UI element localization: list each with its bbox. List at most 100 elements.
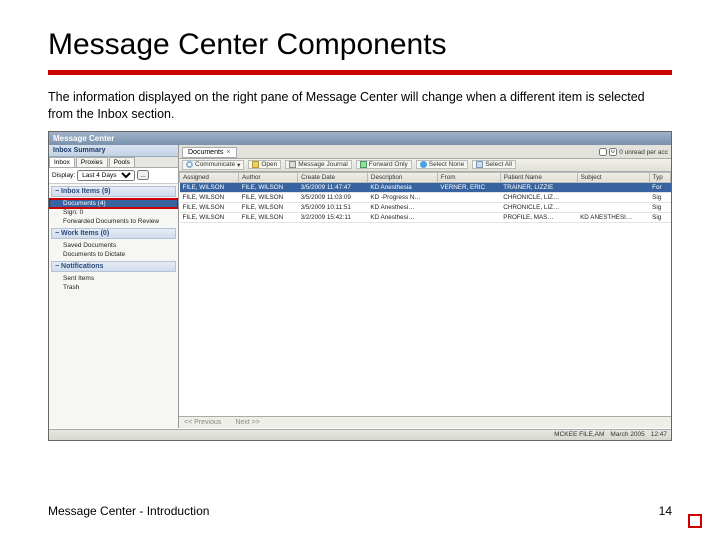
cell-assigned: FILE, WILSON	[180, 182, 239, 192]
unread-checkbox[interactable]	[599, 148, 607, 156]
unread-spinner[interactable]	[609, 148, 617, 156]
select-none-button[interactable]: Select None	[416, 160, 468, 169]
cell-create: 3/5/2009 11:03:09	[298, 192, 368, 202]
tree-documents[interactable]: Documents (4)	[49, 199, 178, 208]
tree-saved-docs[interactable]: Saved Documents	[49, 241, 178, 250]
tree-trash[interactable]: Trash	[49, 283, 178, 292]
cell-create: 3/5/2009 11:47:47	[298, 182, 368, 192]
section-work-items[interactable]: Work Items (0)	[51, 228, 176, 239]
col-patient[interactable]: Patient Name	[500, 172, 577, 182]
cell-assigned: FILE, WILSON	[180, 192, 239, 202]
col-subject[interactable]: Subject	[577, 172, 649, 182]
cell-type: Sig	[649, 212, 670, 222]
corner-decoration	[688, 514, 702, 528]
footer-page-number: 14	[659, 504, 672, 518]
grid-header-row: Assigned Author Create Date Description …	[180, 172, 671, 182]
cell-author: FILE, WILSON	[239, 212, 298, 222]
cell-author: FILE, WILSON	[239, 202, 298, 212]
cell-subject: KD ANESTHESI…	[577, 212, 649, 222]
select-none-icon	[420, 161, 427, 168]
cell-type: Sig	[649, 202, 670, 212]
cell-desc: KD Anesthesi…	[367, 202, 437, 212]
cell-assigned: FILE, WILSON	[180, 212, 239, 222]
cell-from: VERNER, ERIC	[437, 182, 500, 192]
cell-from	[437, 202, 500, 212]
table-row[interactable]: FILE, WILSONFILE, WILSON3/5/2009 11:47:4…	[180, 182, 671, 192]
unread-control: 0 unread per acc	[599, 148, 668, 156]
tree-dictate[interactable]: Documents to Dictate	[49, 250, 178, 259]
cell-subject	[577, 192, 649, 202]
message-journal-button[interactable]: Message Journal	[285, 160, 352, 169]
window-titlebar: Message Center	[49, 132, 671, 145]
pager-prev[interactable]: << Previous	[184, 419, 221, 426]
message-journal-icon	[289, 161, 296, 168]
cell-from	[437, 192, 500, 202]
slide-footer: Message Center - Introduction 14	[48, 504, 672, 518]
pager-next[interactable]: Next >>	[235, 419, 260, 426]
table-row[interactable]: FILE, WILSONFILE, WILSON3/5/2009 11:03:0…	[180, 192, 671, 202]
select-all-button[interactable]: Select All	[472, 160, 516, 169]
status-bar: MCKEE FILE,AM March 2005 12:47	[49, 429, 671, 440]
close-icon[interactable]: ×	[226, 149, 230, 156]
forward-icon	[360, 161, 367, 168]
tab-pools[interactable]: Pools	[109, 157, 135, 167]
col-create[interactable]: Create Date	[298, 172, 368, 182]
table-row[interactable]: FILE, WILSONFILE, WILSON3/2/2009 15:42:1…	[180, 212, 671, 222]
open-icon	[252, 161, 259, 168]
communicate-button[interactable]: Communicate ▾	[182, 160, 244, 170]
col-from[interactable]: From	[437, 172, 500, 182]
col-assigned[interactable]: Assigned	[180, 172, 239, 182]
tab-inbox[interactable]: Inbox	[49, 157, 75, 167]
message-center-window: Message Center Inbox Summary Inbox Proxi…	[48, 131, 672, 441]
slide-description: The information displayed on the right p…	[48, 89, 672, 123]
open-button[interactable]: Open	[248, 160, 281, 169]
col-type[interactable]: Typ	[649, 172, 670, 182]
status-time: 12:47	[651, 431, 667, 438]
cell-patient: PROFILE, MAS…	[500, 212, 577, 222]
display-select[interactable]: Last 4 Days	[77, 170, 135, 181]
cell-assigned: FILE, WILSON	[180, 202, 239, 212]
col-description[interactable]: Description	[367, 172, 437, 182]
tab-proxies[interactable]: Proxies	[76, 157, 108, 167]
status-date: March 2005	[610, 431, 644, 438]
slide-title: Message Center Components	[48, 28, 672, 62]
display-more-button[interactable]: ...	[137, 170, 149, 180]
toolbar: Communicate ▾ Open Message Journal Forwa…	[179, 159, 671, 172]
cell-subject	[577, 182, 649, 192]
document-tab-strip: Documents × 0 unread per acc	[179, 145, 671, 159]
cell-desc: KD Anesthesi…	[367, 212, 437, 222]
tree-forwarded[interactable]: Forwarded Documents to Review	[49, 217, 178, 226]
inbox-summary-header: Inbox Summary	[49, 145, 178, 157]
documents-grid: Assigned Author Create Date Description …	[179, 172, 671, 416]
tab-documents-label: Documents	[188, 149, 223, 156]
cell-create: 3/2/2009 15:42:11	[298, 212, 368, 222]
display-row: Display: Last 4 Days ...	[49, 168, 178, 184]
unread-label: 0 unread per acc	[619, 149, 668, 156]
cell-patient: CHRONICLE, LIZ…	[500, 192, 577, 202]
tree-sent[interactable]: Sent Items	[49, 274, 178, 283]
inbox-tabs: Inbox Proxies Pools	[49, 157, 178, 168]
footer-left: Message Center - Introduction	[48, 504, 209, 518]
cell-desc: KD Anesthesia	[367, 182, 437, 192]
col-author[interactable]: Author	[239, 172, 298, 182]
tree-sign[interactable]: Sign: 0	[49, 208, 178, 217]
right-pane: Documents × 0 unread per acc Communicate…	[179, 145, 671, 428]
cell-create: 3/5/2009 10:11:51	[298, 202, 368, 212]
cell-subject	[577, 202, 649, 212]
cell-author: FILE, WILSON	[239, 192, 298, 202]
status-user: MCKEE FILE,AM	[554, 431, 604, 438]
table-row[interactable]: FILE, WILSONFILE, WILSON3/5/2009 10:11:5…	[180, 202, 671, 212]
select-all-icon	[476, 161, 483, 168]
forward-button[interactable]: Forward Only	[356, 160, 412, 169]
display-label: Display:	[52, 172, 75, 179]
section-inbox-items[interactable]: Inbox Items (9)	[51, 186, 176, 197]
cell-patient: TRAINER, LIZZIE	[500, 182, 577, 192]
cell-patient: CHRONICLE, LIZ…	[500, 202, 577, 212]
tab-documents[interactable]: Documents ×	[182, 147, 237, 158]
communicate-icon	[186, 161, 193, 168]
cell-type: For	[649, 182, 670, 192]
cell-desc: KD -Progress N…	[367, 192, 437, 202]
section-notifications[interactable]: Notifications	[51, 261, 176, 272]
cell-from	[437, 212, 500, 222]
title-underline	[48, 70, 672, 75]
